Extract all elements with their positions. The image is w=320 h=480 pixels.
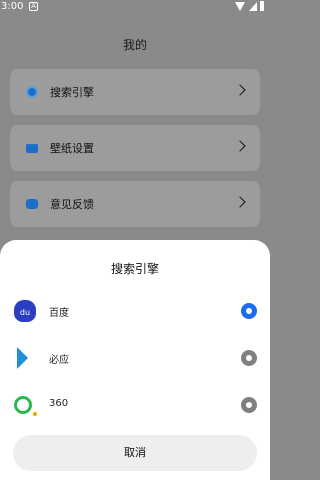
chevron-right-icon	[234, 84, 246, 96]
status-time: 3:00	[1, 1, 24, 12]
battery-icon	[260, 1, 264, 11]
radio-unselected[interactable]	[241, 350, 257, 366]
menu-item-label: 意见反馈	[50, 198, 94, 211]
search-engine-sheet: 搜索引擎 du 百度 必应 360 取消	[0, 240, 270, 480]
status-bar: 3:00 A	[0, 0, 270, 14]
engine-option-360[interactable]: 360	[0, 390, 270, 420]
engine-label: 必应	[49, 355, 69, 366]
cancel-button[interactable]: 取消	[13, 435, 257, 471]
search-engine-icon	[26, 86, 38, 98]
engine-option-baidu[interactable]: du 百度	[0, 296, 270, 326]
menu-item-wallpaper[interactable]: 壁纸设置	[10, 125, 260, 171]
360-logo-dot	[33, 412, 37, 416]
engine-label: 百度	[49, 308, 69, 319]
sheet-title: 搜索引擎	[110, 262, 159, 276]
chevron-right-icon	[234, 140, 246, 152]
engine-label: 360	[49, 398, 69, 409]
menu-item-feedback[interactable]: 意见反馈	[10, 181, 260, 227]
wallpaper-icon	[26, 144, 38, 153]
bing-logo-icon	[17, 347, 28, 369]
menu-item-search-engine[interactable]: 搜索引擎	[10, 69, 260, 115]
baidu-logo-icon: du	[14, 300, 36, 322]
radio-unselected[interactable]	[241, 397, 257, 413]
menu-item-label: 搜索引擎	[50, 86, 94, 99]
360-logo-icon	[14, 396, 32, 414]
engine-option-bing[interactable]: 必应	[0, 343, 270, 373]
notification-icon: A	[29, 2, 38, 11]
signal-icon	[249, 2, 257, 11]
feedback-icon	[26, 199, 38, 209]
wifi-icon	[235, 2, 245, 11]
menu-item-label: 壁纸设置	[50, 142, 94, 155]
radio-selected[interactable]	[241, 303, 257, 319]
chevron-right-icon	[234, 196, 246, 208]
page-title: 我的	[122, 38, 147, 52]
